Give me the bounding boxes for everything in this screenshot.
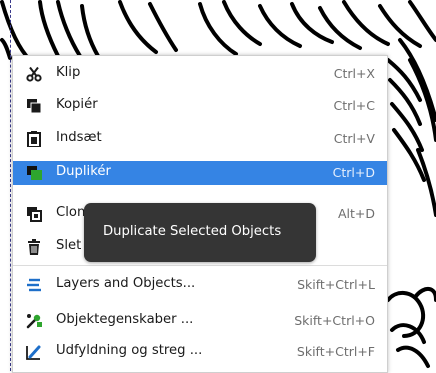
menu-item-object-properties[interactable]: Objektegenskaber ... Skift+Ctrl+O — [13, 309, 387, 333]
menu-item-shortcut: Skift+Ctrl+O — [294, 313, 375, 328]
menu-item-label: Duplikér — [56, 164, 111, 179]
clone-icon — [26, 206, 42, 222]
duplicate-icon — [26, 165, 42, 181]
object-properties-icon — [26, 313, 42, 329]
menu-item-layers-and-objects[interactable]: Layers and Objects... Skift+Ctrl+L — [13, 273, 387, 297]
menu-item-label: Objektegenskaber ... — [56, 312, 194, 327]
menu-item-label: Indsæt — [56, 130, 102, 145]
tooltip: Duplicate Selected Objects — [84, 203, 316, 262]
menu-item-label: Slet — [56, 238, 82, 253]
menu-item-shortcut: Ctrl+D — [332, 165, 375, 180]
menu-item-copy[interactable]: Kopiér Ctrl+C — [13, 94, 387, 118]
scissors-icon — [26, 66, 42, 82]
menu-item-fill-and-stroke[interactable]: Udfyldning og streg ... Skift+Ctrl+F — [13, 340, 387, 364]
menu-item-label: Udfyldning og streg ... — [56, 343, 203, 358]
menu-item-shortcut: Ctrl+X — [333, 66, 375, 81]
menu-item-label: Klip — [56, 65, 81, 80]
layers-icon — [26, 277, 42, 293]
menu-item-paste[interactable]: Indsæt Ctrl+V — [13, 127, 387, 151]
trash-icon — [26, 239, 42, 255]
paste-icon — [26, 131, 42, 148]
fill-stroke-icon — [26, 344, 42, 360]
tooltip-text: Duplicate Selected Objects — [103, 224, 282, 239]
menu-item-duplicate[interactable]: Duplikér Ctrl+D — [13, 161, 387, 185]
menu-item-cut[interactable]: Klip Ctrl+X — [13, 62, 387, 86]
menu-item-shortcut: Skift+Ctrl+L — [297, 277, 375, 292]
menu-item-label: Layers and Objects... — [56, 276, 196, 291]
menu-item-shortcut: Ctrl+V — [333, 131, 375, 146]
menu-separator — [13, 265, 387, 266]
menu-item-label: Kopiér — [56, 97, 98, 112]
menu-item-shortcut: Ctrl+C — [333, 98, 375, 113]
menu-item-shortcut: Alt+D — [337, 206, 375, 221]
menu-item-shortcut: Skift+Ctrl+F — [296, 344, 375, 359]
copy-icon — [26, 98, 42, 114]
canvas-guide-line — [10, 0, 11, 371]
